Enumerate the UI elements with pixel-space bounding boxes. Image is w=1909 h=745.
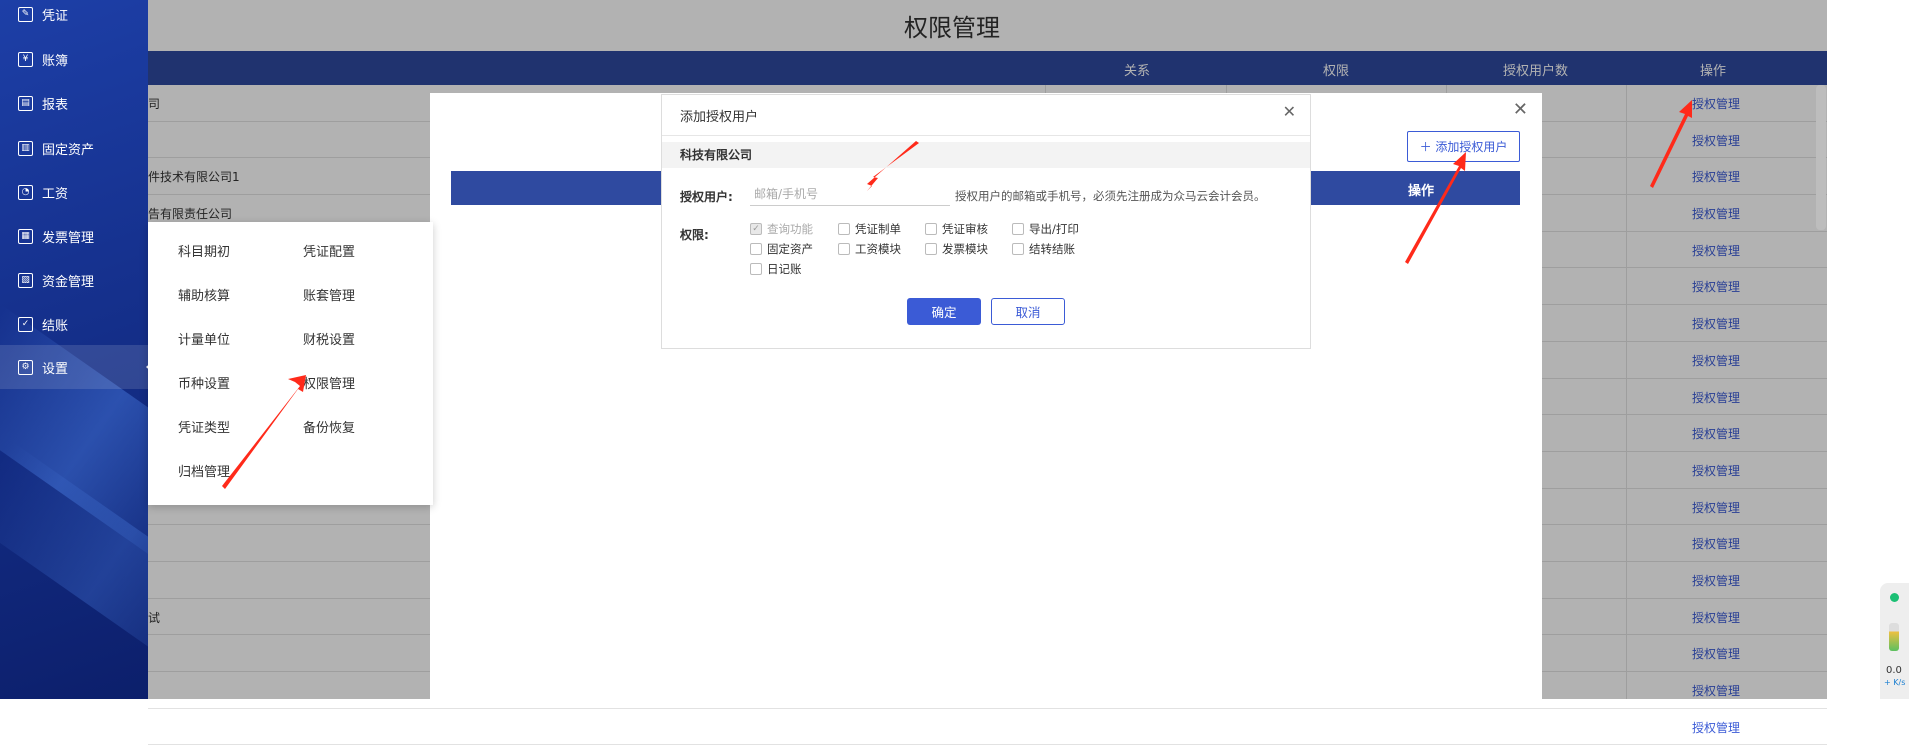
submenu-item[interactable]: 凭证配置 bbox=[303, 241, 355, 260]
sidebar-item-4[interactable]: ◔ 工资 bbox=[0, 170, 148, 214]
sidebar-item-3[interactable]: ▥ 固定资产 bbox=[0, 126, 148, 170]
scrollbar[interactable] bbox=[1816, 85, 1826, 230]
add-authorized-user-button[interactable]: ＋ 添加授权用户 bbox=[1407, 131, 1520, 162]
speed-unit: + K/s bbox=[1884, 678, 1906, 687]
permission-label-text: 凭证制单 bbox=[855, 222, 901, 236]
network-speed-widget: 0.0 + K/s bbox=[1880, 583, 1909, 699]
permission-checkbox[interactable]: 发票模块 bbox=[925, 241, 988, 257]
user-label: 授权用户: bbox=[680, 190, 733, 204]
speed-value: 0.0 bbox=[1886, 665, 1902, 676]
sidebar-item-label: 发票管理 bbox=[42, 230, 95, 246]
sidebar-item-label: 资金管理 bbox=[42, 274, 95, 290]
checkbox-icon bbox=[1012, 223, 1024, 235]
permission-label-text: 查询功能 bbox=[767, 222, 813, 236]
submenu-item[interactable]: 辅助核算 bbox=[178, 285, 230, 304]
sidebar: ✎ 凭证 ¥ 账簿 ▤ 报表 ▥ 固定资产 ◔ 工资 ▦ 发票管理 ▧ 资金管理 ✓ 结账 ⚙ 设置 bbox=[0, 0, 148, 699]
checkbox-icon bbox=[1012, 243, 1024, 255]
sidebar-item-0[interactable]: ✎ 凭证 bbox=[0, 0, 148, 36]
confirm-button[interactable]: 确定 bbox=[907, 298, 981, 325]
sidebar-item-8[interactable]: ⚙ 设置 bbox=[0, 345, 148, 389]
checkbox-icon bbox=[838, 243, 850, 255]
report-icon: ▤ bbox=[18, 95, 33, 111]
permission-label: 权限: bbox=[680, 228, 709, 242]
sidebar-item-label: 结账 bbox=[42, 318, 69, 334]
sidebar-item-label: 报表 bbox=[42, 97, 69, 113]
checkout-icon: ✓ bbox=[18, 316, 33, 332]
checkbox-icon bbox=[838, 223, 850, 235]
sidebar-item-5[interactable]: ▦ 发票管理 bbox=[0, 214, 148, 258]
voucher-icon: ✎ bbox=[18, 6, 33, 22]
permission-checkbox[interactable]: 固定资产 bbox=[750, 241, 813, 257]
panel-close-icon[interactable]: ✕ bbox=[1513, 99, 1528, 120]
sidebar-item-2[interactable]: ▤ 报表 bbox=[0, 81, 148, 125]
checkbox-icon bbox=[750, 243, 762, 255]
permission-label-text: 日记账 bbox=[767, 262, 802, 276]
submenu-item[interactable]: 币种设置 bbox=[178, 373, 230, 392]
permission-label-text: 凭证审核 bbox=[942, 222, 988, 236]
permission-label-text: 固定资产 bbox=[767, 242, 813, 256]
checkbox-icon bbox=[925, 223, 937, 235]
permission-label-text: 导出/打印 bbox=[1029, 222, 1079, 236]
user-hint: 授权用户的邮箱或手机号，必须先注册成为众马云会计会员。 bbox=[955, 189, 1266, 203]
settings-submenu: 科目期初 凭证配置辅助核算 账套管理计量单位 财税设置币种设置 权限管理凭证类型 备份恢复… bbox=[148, 222, 433, 505]
user-input[interactable] bbox=[750, 182, 950, 206]
asset-icon: ▥ bbox=[18, 140, 33, 156]
permission-checkbox: ✓ 查询功能 bbox=[750, 221, 813, 237]
submenu-item[interactable]: 权限管理 bbox=[303, 373, 355, 392]
submenu-item[interactable]: 账套管理 bbox=[303, 285, 355, 304]
checkbox-icon bbox=[925, 243, 937, 255]
checkbox-icon bbox=[750, 263, 762, 275]
sidebar-item-1[interactable]: ¥ 账簿 bbox=[0, 37, 148, 81]
permission-label-text: 工资模块 bbox=[855, 242, 901, 256]
dialog-close-icon[interactable]: ✕ bbox=[1283, 102, 1296, 121]
submenu-item[interactable]: 计量单位 bbox=[178, 329, 230, 348]
yen-icon: ¥ bbox=[18, 51, 33, 67]
sidebar-item-label: 账簿 bbox=[42, 53, 69, 69]
funds-icon: ▧ bbox=[18, 272, 33, 288]
submenu-item[interactable]: 归档管理 bbox=[178, 461, 230, 480]
permission-checkbox[interactable]: 凭证制单 bbox=[838, 221, 901, 237]
permission-checkbox[interactable]: 日记账 bbox=[750, 261, 802, 277]
sidebar-item-label: 凭证 bbox=[42, 8, 69, 24]
speed-meter bbox=[1889, 623, 1899, 651]
sidebar-item-label: 固定资产 bbox=[42, 142, 95, 158]
sidebar-item-label: 设置 bbox=[42, 361, 69, 377]
permission-label-text: 结转结账 bbox=[1029, 242, 1075, 256]
invoice-icon: ▦ bbox=[18, 228, 33, 244]
cancel-button[interactable]: 取消 bbox=[991, 298, 1065, 325]
submenu-item[interactable]: 财税设置 bbox=[303, 329, 355, 348]
permission-checkbox[interactable]: 凭证审核 bbox=[925, 221, 988, 237]
submenu-item[interactable]: 凭证类型 bbox=[178, 417, 230, 436]
gear-icon: ⚙ bbox=[18, 359, 33, 375]
dialog-title: 添加授权用户 bbox=[680, 110, 759, 125]
submenu-item[interactable]: 科目期初 bbox=[178, 241, 230, 260]
permission-checkbox[interactable]: 结转结账 bbox=[1012, 241, 1075, 257]
status-dot bbox=[1890, 593, 1899, 602]
permission-checkbox[interactable]: 导出/打印 bbox=[1012, 221, 1079, 237]
sidebar-item-label: 工资 bbox=[42, 186, 69, 202]
table-row: 授权管理 bbox=[148, 709, 1827, 745]
sidebar-item-7[interactable]: ✓ 结账 bbox=[0, 302, 148, 346]
add-user-dialog: 添加授权用户 ✕ 科技有限公司 授权用户: 授权用户的邮箱或手机号，必须先注册成… bbox=[661, 94, 1311, 349]
submenu-item[interactable]: 备份恢复 bbox=[303, 417, 355, 436]
panel-col-actions: 操作 bbox=[1408, 184, 1435, 199]
permission-checkbox[interactable]: 工资模块 bbox=[838, 241, 901, 257]
sidebar-item-6[interactable]: ▧ 资金管理 bbox=[0, 258, 148, 302]
authorize-link[interactable]: 授权管理 bbox=[1692, 719, 1740, 736]
checkbox-checked-icon: ✓ bbox=[750, 223, 762, 235]
dialog-company-name: 科技有限公司 bbox=[662, 142, 1310, 168]
permission-label-text: 发票模块 bbox=[942, 242, 988, 256]
salary-icon: ◔ bbox=[18, 184, 33, 200]
